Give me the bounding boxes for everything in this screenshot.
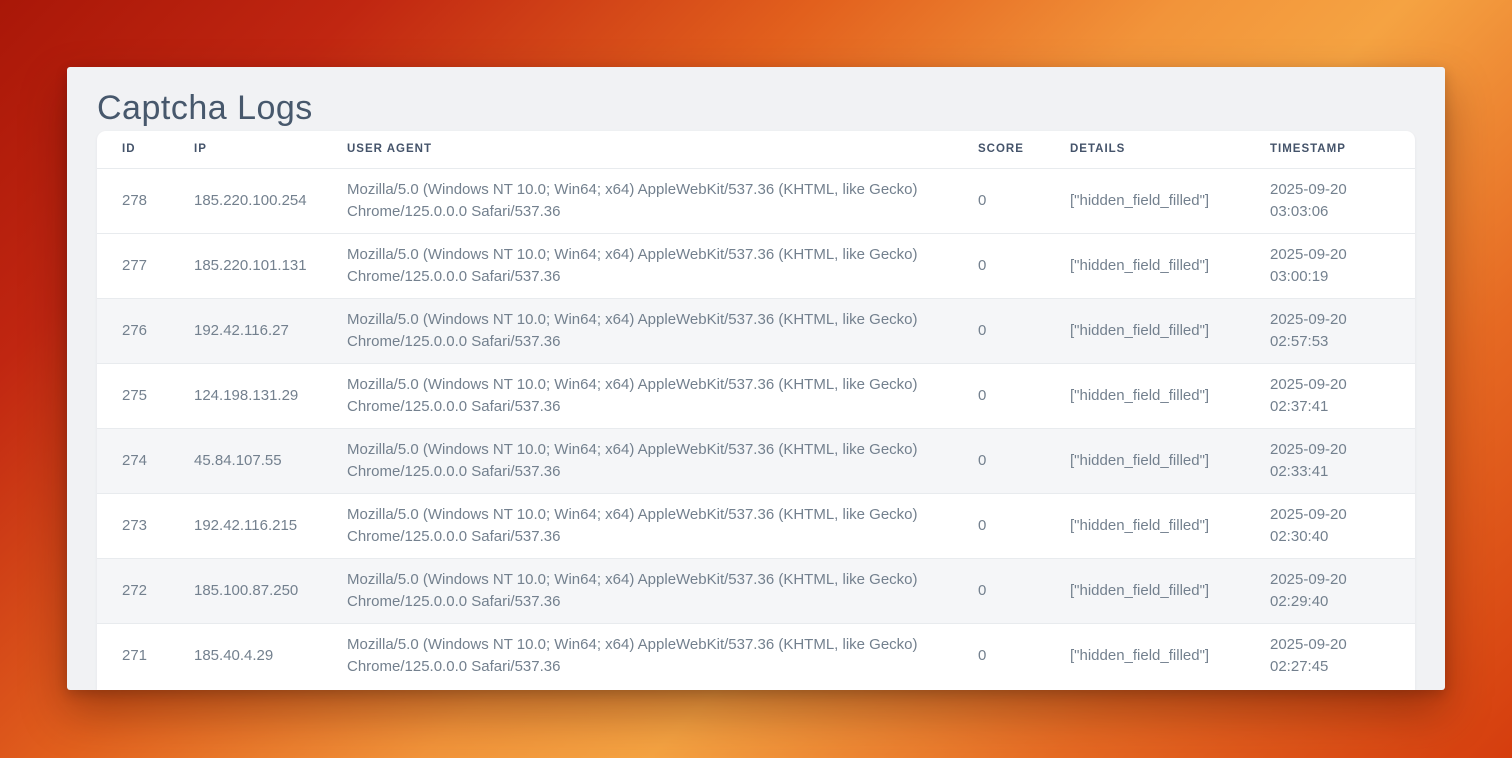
table-body: 278185.220.100.254Mozilla/5.0 (Windows N…: [97, 168, 1415, 688]
cell-id: 276: [97, 298, 194, 363]
column-header-id: ID: [97, 131, 194, 168]
cell-details: ["hidden_field_filled"]: [1070, 623, 1270, 688]
cell-useragent: Mozilla/5.0 (Windows NT 10.0; Win64; x64…: [347, 298, 978, 363]
cell-score: 0: [978, 298, 1070, 363]
table-row: 275124.198.131.29Mozilla/5.0 (Windows NT…: [97, 363, 1415, 428]
cell-details: ["hidden_field_filled"]: [1070, 558, 1270, 623]
cell-details: ["hidden_field_filled"]: [1070, 363, 1270, 428]
cell-score: 0: [978, 623, 1070, 688]
cell-ip: 45.84.107.55: [194, 428, 347, 493]
cell-useragent: Mozilla/5.0 (Windows NT 10.0; Win64; x64…: [347, 493, 978, 558]
cell-score: 0: [978, 558, 1070, 623]
column-header-score: SCORE: [978, 131, 1070, 168]
cell-useragent: Mozilla/5.0 (Windows NT 10.0; Win64; x64…: [347, 233, 978, 298]
table-row: 278185.220.100.254Mozilla/5.0 (Windows N…: [97, 168, 1415, 233]
captcha-logs-card: Captcha Logs IDIPUSER AGENTSCOREDETAILST…: [67, 67, 1445, 690]
app-background: { "page": { "title": "Captcha Logs" }, "…: [0, 0, 1512, 758]
logs-table-container: IDIPUSER AGENTSCOREDETAILSTIMESTAMP 2781…: [97, 131, 1415, 690]
column-header-ip: IP: [194, 131, 347, 168]
cell-id: 277: [97, 233, 194, 298]
cell-details: ["hidden_field_filled"]: [1070, 168, 1270, 233]
logs-table: IDIPUSER AGENTSCOREDETAILSTIMESTAMP 2781…: [97, 131, 1415, 688]
cell-timestamp: 2025-09-20 03:03:06: [1270, 168, 1415, 233]
cell-details: ["hidden_field_filled"]: [1070, 493, 1270, 558]
cell-score: 0: [978, 233, 1070, 298]
cell-timestamp: 2025-09-20 02:57:53: [1270, 298, 1415, 363]
cell-id: 273: [97, 493, 194, 558]
cell-timestamp: 2025-09-20 03:00:19: [1270, 233, 1415, 298]
cell-id: 275: [97, 363, 194, 428]
column-header-details: DETAILS: [1070, 131, 1270, 168]
cell-useragent: Mozilla/5.0 (Windows NT 10.0; Win64; x64…: [347, 168, 978, 233]
cell-useragent: Mozilla/5.0 (Windows NT 10.0; Win64; x64…: [347, 428, 978, 493]
cell-timestamp: 2025-09-20 02:29:40: [1270, 558, 1415, 623]
page-title: Captcha Logs: [97, 88, 1415, 128]
cell-timestamp: 2025-09-20 02:27:45: [1270, 623, 1415, 688]
cell-timestamp: 2025-09-20 02:30:40: [1270, 493, 1415, 558]
cell-ip: 185.220.100.254: [194, 168, 347, 233]
cell-id: 278: [97, 168, 194, 233]
cell-score: 0: [978, 168, 1070, 233]
cell-ip: 192.42.116.27: [194, 298, 347, 363]
cell-score: 0: [978, 363, 1070, 428]
cell-useragent: Mozilla/5.0 (Windows NT 10.0; Win64; x64…: [347, 558, 978, 623]
cell-details: ["hidden_field_filled"]: [1070, 298, 1270, 363]
column-header-useragent: USER AGENT: [347, 131, 978, 168]
cell-score: 0: [978, 493, 1070, 558]
cell-details: ["hidden_field_filled"]: [1070, 428, 1270, 493]
cell-timestamp: 2025-09-20 02:37:41: [1270, 363, 1415, 428]
cell-ip: 185.100.87.250: [194, 558, 347, 623]
cell-useragent: Mozilla/5.0 (Windows NT 10.0; Win64; x64…: [347, 363, 978, 428]
column-header-timestamp: TIMESTAMP: [1270, 131, 1415, 168]
cell-details: ["hidden_field_filled"]: [1070, 233, 1270, 298]
cell-id: 272: [97, 558, 194, 623]
cell-timestamp: 2025-09-20 02:33:41: [1270, 428, 1415, 493]
cell-score: 0: [978, 428, 1070, 493]
cell-useragent: Mozilla/5.0 (Windows NT 10.0; Win64; x64…: [347, 623, 978, 688]
cell-id: 271: [97, 623, 194, 688]
table-row: 273192.42.116.215Mozilla/5.0 (Windows NT…: [97, 493, 1415, 558]
table-row: 276192.42.116.27Mozilla/5.0 (Windows NT …: [97, 298, 1415, 363]
cell-ip: 124.198.131.29: [194, 363, 347, 428]
cell-ip: 185.40.4.29: [194, 623, 347, 688]
table-row: 277185.220.101.131Mozilla/5.0 (Windows N…: [97, 233, 1415, 298]
table-row: 272185.100.87.250Mozilla/5.0 (Windows NT…: [97, 558, 1415, 623]
table-header-row: IDIPUSER AGENTSCOREDETAILSTIMESTAMP: [97, 131, 1415, 168]
cell-id: 274: [97, 428, 194, 493]
cell-ip: 192.42.116.215: [194, 493, 347, 558]
table-row: 271185.40.4.29Mozilla/5.0 (Windows NT 10…: [97, 623, 1415, 688]
table-row: 27445.84.107.55Mozilla/5.0 (Windows NT 1…: [97, 428, 1415, 493]
cell-ip: 185.220.101.131: [194, 233, 347, 298]
